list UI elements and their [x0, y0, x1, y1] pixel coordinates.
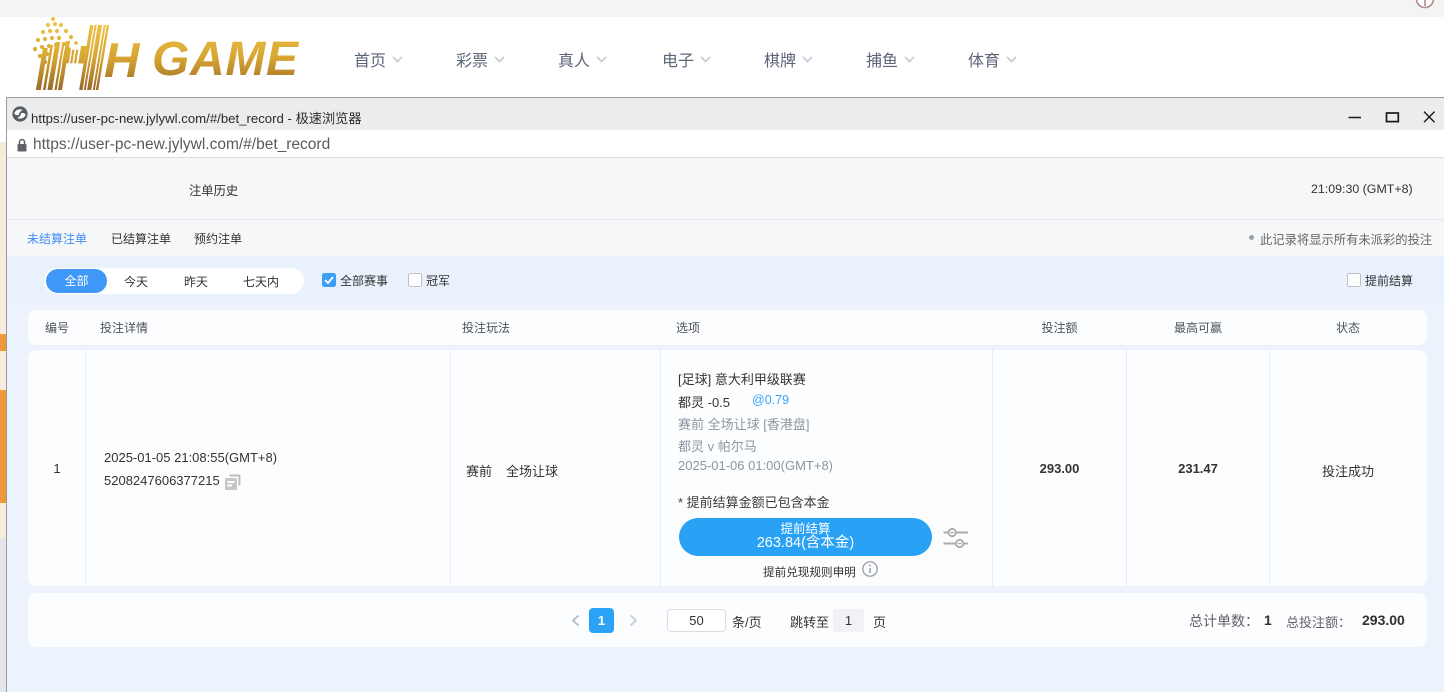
- svg-text:H: H: [104, 34, 141, 88]
- svg-text:GAME: GAME: [152, 33, 300, 86]
